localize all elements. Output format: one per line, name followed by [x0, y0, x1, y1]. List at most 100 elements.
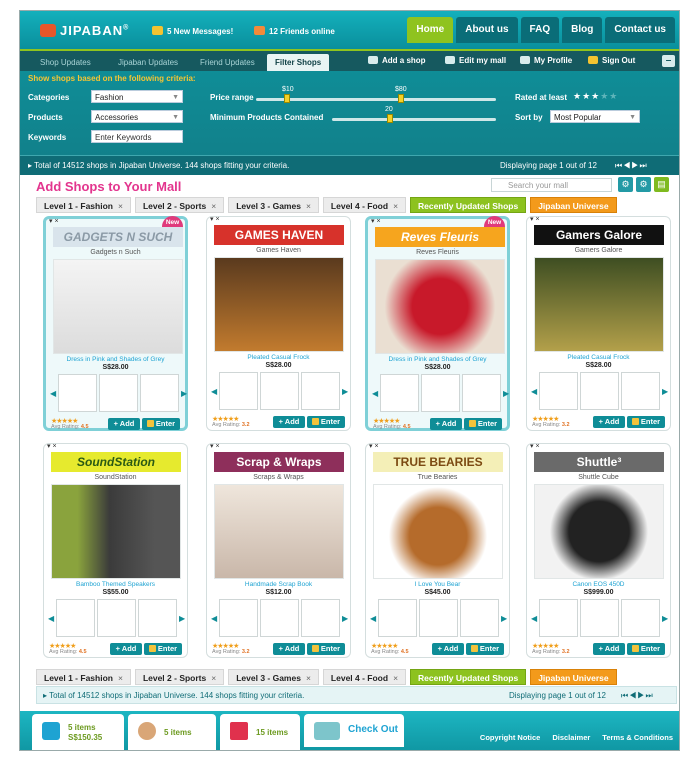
- edit-mall-link[interactable]: Edit my mall: [445, 56, 506, 65]
- close-icon[interactable]: ×: [118, 673, 123, 683]
- price-range-slider[interactable]: $10 $80: [256, 86, 496, 103]
- first-page-icon[interactable]: ⏮: [615, 161, 623, 170]
- card-controls[interactable]: ▾ ×: [49, 217, 59, 225]
- close-icon[interactable]: ×: [211, 201, 216, 211]
- level-tag[interactable]: Level 1 - Fashion ×: [36, 197, 131, 213]
- product-thumbnail[interactable]: [580, 599, 619, 637]
- product-thumbnail[interactable]: [219, 372, 258, 410]
- add-shop-button[interactable]: + Add: [273, 416, 305, 428]
- add-shop-button[interactable]: + Add: [593, 416, 625, 428]
- product-caption[interactable]: Canon EOS 450D: [527, 581, 670, 588]
- level-tag[interactable]: Level 4 - Food ×: [322, 197, 407, 213]
- shop-card[interactable]: ▾ × Shuttle³ Shuttle Cube Canon EOS 450D S$9…: [526, 443, 671, 658]
- pager-controls[interactable]: ⏮◀▶⏭: [615, 161, 648, 171]
- my-profile-link[interactable]: My Profile: [520, 56, 572, 65]
- level-tag[interactable]: Level 3 - Games ×: [228, 669, 319, 685]
- tab-filter-shops[interactable]: Filter Shops: [267, 54, 330, 71]
- card-controls[interactable]: ▾ ×: [530, 215, 540, 223]
- product-image[interactable]: [51, 484, 181, 579]
- product-thumbnail[interactable]: [421, 374, 460, 412]
- product-thumbnail[interactable]: [140, 374, 179, 412]
- enter-shop-button[interactable]: Enter: [466, 643, 504, 655]
- shop-card[interactable]: ▾ ×New 29 itemsReves FleurisReves Fleuri…: [365, 216, 510, 431]
- level-tag[interactable]: Level 2 - Sports ×: [134, 669, 225, 685]
- level-tag[interactable]: Level 2 - Sports ×: [134, 197, 225, 213]
- product-thumbnail[interactable]: [621, 599, 660, 637]
- product-thumbnail[interactable]: [260, 599, 299, 637]
- list-view-icon[interactable]: ⚙: [636, 177, 651, 192]
- recently-updated-button[interactable]: Recently Updated Shops: [410, 197, 527, 213]
- card-controls[interactable]: ▾ ×: [210, 215, 220, 223]
- add-shop-button[interactable]: + Add: [430, 418, 462, 430]
- close-icon[interactable]: ×: [393, 673, 398, 683]
- prev-arrow-icon[interactable]: ◀: [211, 614, 217, 623]
- jipaban-universe-button[interactable]: Jipaban Universe: [530, 669, 617, 685]
- disclaimer-link[interactable]: Disclaimer: [552, 733, 590, 742]
- enter-shop-button[interactable]: Enter: [627, 643, 665, 655]
- messages-link[interactable]: 5 New Messages!: [152, 26, 233, 36]
- next-arrow-icon[interactable]: ▶: [662, 614, 668, 623]
- checkout-button[interactable]: Check Out: [304, 714, 404, 747]
- product-thumbnail[interactable]: [260, 372, 299, 410]
- product-caption[interactable]: I Love You Bear: [366, 581, 509, 588]
- sort-select[interactable]: Most Popular ▼: [550, 110, 640, 123]
- first-page-icon[interactable]: ⏮: [621, 691, 629, 700]
- last-page-icon[interactable]: ⏭: [645, 691, 653, 700]
- next-arrow-icon[interactable]: ▶: [342, 614, 348, 623]
- tab-jipaban-updates[interactable]: Jipaban Updates: [110, 54, 186, 71]
- prev-arrow-icon[interactable]: ◀: [372, 389, 378, 398]
- categories-select[interactable]: Fashion ▼: [91, 90, 183, 103]
- nav-faq[interactable]: FAQ: [520, 17, 560, 43]
- product-thumbnail[interactable]: [219, 599, 258, 637]
- enter-shop-button[interactable]: Enter: [307, 643, 345, 655]
- level-tag[interactable]: Level 1 - Fashion ×: [36, 669, 131, 685]
- jipaban-universe-button[interactable]: Jipaban Universe: [530, 197, 617, 213]
- product-thumbnail[interactable]: [539, 372, 578, 410]
- friends-link[interactable]: 12 Friends online: [254, 26, 335, 36]
- recently-updated-button[interactable]: Recently Updated Shops: [410, 669, 527, 685]
- product-caption[interactable]: Bamboo Themed Speakers: [44, 581, 187, 588]
- likes-tab[interactable]: 5 items: [128, 714, 216, 750]
- next-arrow-icon[interactable]: ▶: [181, 389, 187, 398]
- prev-arrow-icon[interactable]: ◀: [48, 614, 54, 623]
- keywords-input[interactable]: Enter Keywords: [91, 130, 183, 143]
- shop-card[interactable]: ▾ × SoundStation SoundStation Bamboo Themed…: [43, 443, 188, 658]
- min-products-slider[interactable]: 20: [332, 106, 496, 123]
- product-thumbnail[interactable]: [580, 372, 619, 410]
- add-shop-button[interactable]: + Add: [110, 643, 142, 655]
- enter-shop-button[interactable]: Enter: [144, 643, 182, 655]
- product-image[interactable]: [373, 484, 503, 579]
- shop-card[interactable]: ▾ × Scrap & Wraps Scraps & Wraps Handmade S…: [206, 443, 351, 658]
- card-controls[interactable]: ▾ ×: [530, 442, 540, 450]
- product-image[interactable]: [53, 259, 183, 354]
- nav-home[interactable]: Home: [407, 17, 454, 43]
- prev-arrow-icon[interactable]: ◀: [50, 389, 56, 398]
- card-controls[interactable]: ▾ ×: [371, 217, 381, 225]
- product-thumbnail[interactable]: [539, 599, 578, 637]
- product-caption[interactable]: Dress in Pink and Shades of Grey: [46, 356, 185, 363]
- product-thumbnail[interactable]: [99, 374, 138, 412]
- product-thumbnail[interactable]: [378, 599, 417, 637]
- next-arrow-icon[interactable]: ▶: [501, 614, 507, 623]
- prev-arrow-icon[interactable]: ◀: [531, 614, 537, 623]
- add-shop-button[interactable]: + Add: [593, 643, 625, 655]
- nav-about[interactable]: About us: [456, 17, 518, 43]
- product-caption[interactable]: Pleated Casual Frock: [207, 354, 350, 361]
- product-caption[interactable]: Pleated Casual Frock: [527, 354, 670, 361]
- next-arrow-icon[interactable]: ▶: [503, 389, 509, 398]
- next-arrow-icon[interactable]: ▶: [342, 387, 348, 396]
- add-shop-button[interactable]: + Add: [108, 418, 140, 430]
- level-tag[interactable]: Level 4 - Food ×: [322, 669, 407, 685]
- product-thumbnail[interactable]: [301, 599, 340, 637]
- product-thumbnail[interactable]: [419, 599, 458, 637]
- shop-card[interactable]: ▾ × Gamers Galore Gamers Galore Pleated Cas…: [526, 216, 671, 431]
- print-icon[interactable]: ▤: [654, 177, 669, 192]
- grid-view-icon[interactable]: ⚙: [618, 177, 633, 192]
- level-tag[interactable]: Level 3 - Games ×: [228, 197, 319, 213]
- prev-arrow-icon[interactable]: ◀: [370, 614, 376, 623]
- product-image[interactable]: [534, 484, 664, 579]
- enter-shop-button[interactable]: Enter: [307, 416, 345, 428]
- terms-link[interactable]: Terms & Conditions: [602, 733, 673, 742]
- close-icon[interactable]: ×: [306, 673, 311, 683]
- enter-shop-button[interactable]: Enter: [627, 416, 665, 428]
